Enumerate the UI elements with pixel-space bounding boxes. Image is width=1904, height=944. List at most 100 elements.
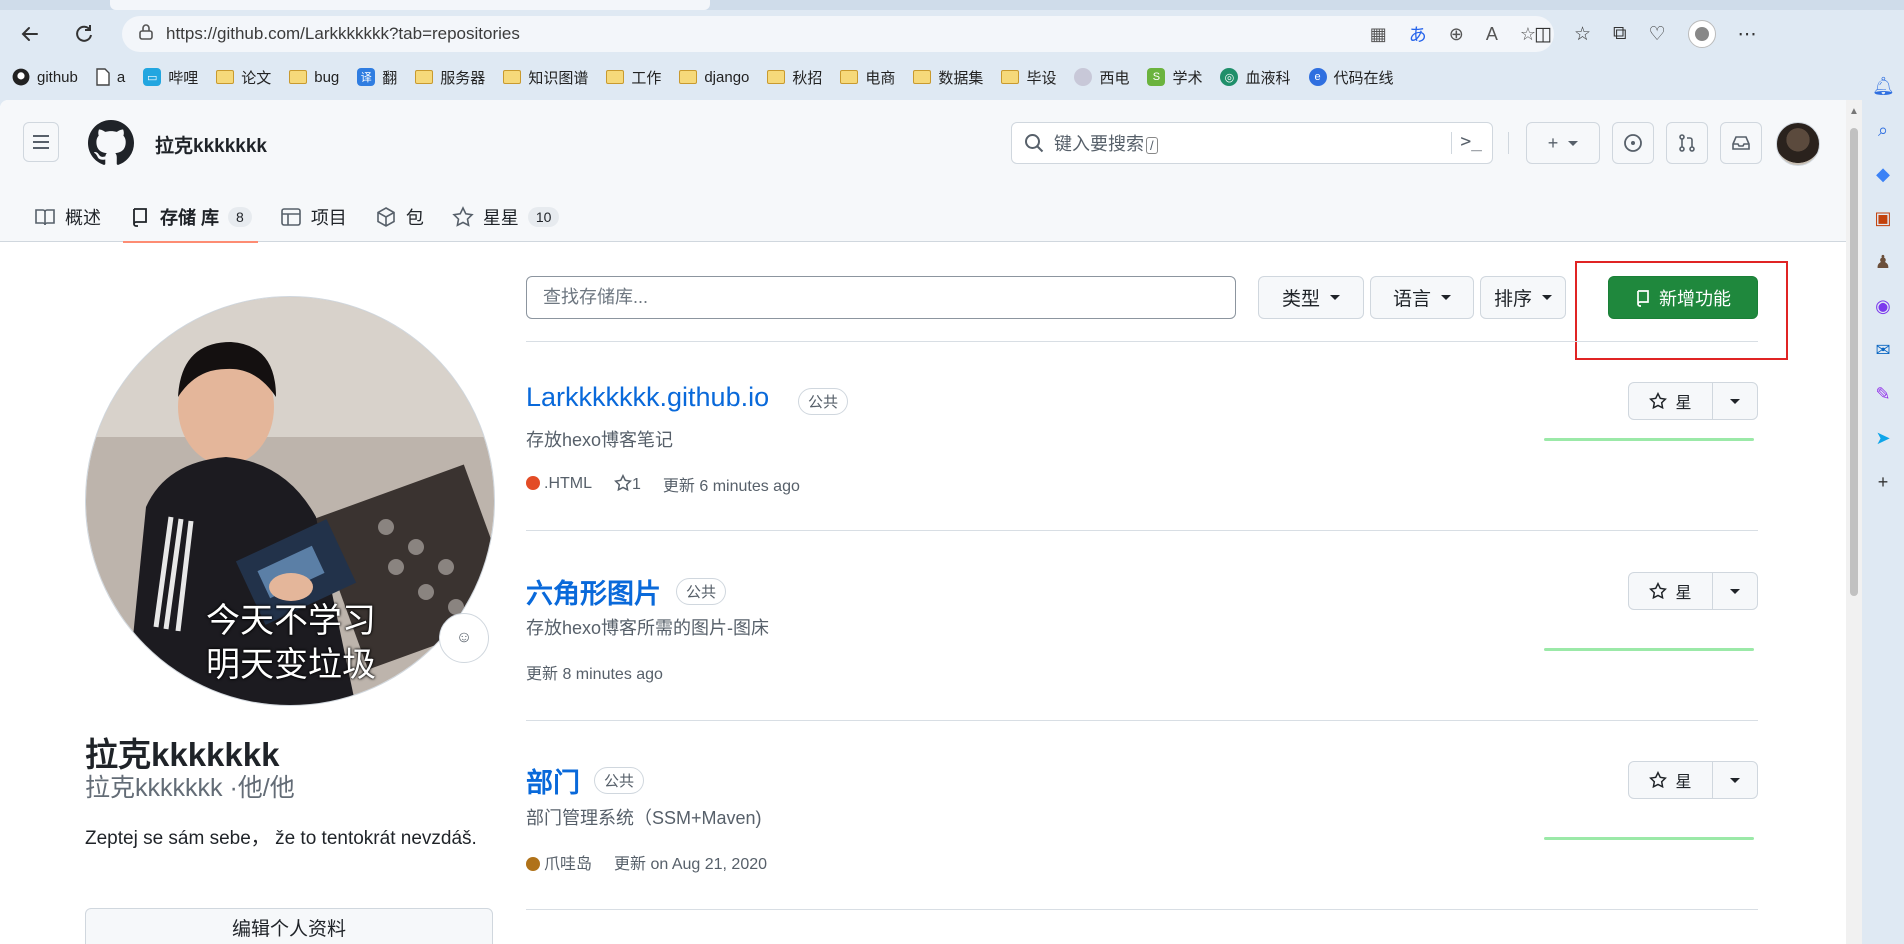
star-button[interactable]: 星 <box>1628 572 1758 610</box>
bell-icon[interactable]: 🔔︎ <box>1872 76 1895 98</box>
bookmark-xueshu[interactable]: S 学术 <box>1147 67 1202 88</box>
lock-icon[interactable] <box>128 24 164 44</box>
send-icon[interactable]: ➤ <box>1872 428 1894 450</box>
search-placeholder-text: 键入要搜索 <box>1054 134 1144 154</box>
search-divider <box>1451 132 1452 154</box>
bookmark-folder[interactable]: 秋招 <box>767 67 822 88</box>
translate-icon[interactable]: あ <box>1409 21 1427 47</box>
refresh-icon[interactable] <box>68 18 100 50</box>
tab-overview[interactable]: 概述 <box>20 192 115 242</box>
star-button[interactable]: 星 <box>1628 761 1758 799</box>
star-button[interactable]: 星 <box>1628 382 1758 420</box>
designer-icon[interactable]: ✎ <box>1872 384 1894 406</box>
star-icon <box>1649 392 1668 410</box>
bookmark-folder[interactable]: 工作 <box>606 67 661 88</box>
tab-stars[interactable]: 星星 10 <box>438 192 574 242</box>
back-icon[interactable] <box>14 18 46 50</box>
star-list-dropdown[interactable] <box>1713 573 1757 609</box>
bookmark-folder[interactable]: django <box>679 69 749 86</box>
folder-icon <box>289 70 308 84</box>
browser-active-tab[interactable] <box>110 0 710 10</box>
repo-name-link[interactable]: Larkkkkkkk.github.io <box>526 382 769 413</box>
tag-icon[interactable]: ◆ <box>1872 164 1894 186</box>
bookmark-code-online[interactable]: e 代码在线 <box>1308 67 1394 88</box>
games-icon[interactable]: ♟ <box>1872 252 1894 274</box>
stars-count-badge: 10 <box>527 207 560 227</box>
zoom-icon[interactable]: ⊕ <box>1449 24 1464 45</box>
pull-request-icon <box>1679 134 1695 152</box>
address-bar[interactable]: https://github.com/Larkkkkkkk?tab=reposi… <box>122 16 1554 52</box>
profile-avatar[interactable]: 今天不学习 明天变垃圾 <box>85 296 495 706</box>
app-grid-icon[interactable]: ▦ <box>1370 24 1387 45</box>
folder-icon <box>216 70 235 84</box>
favorites-icon[interactable]: ☆ <box>1574 23 1591 46</box>
sort-button[interactable]: 排序 <box>1480 276 1566 319</box>
repo-stars-link[interactable]: 1 <box>614 473 641 494</box>
language-filter-button[interactable]: 语言 <box>1370 276 1474 319</box>
split-screen-icon[interactable]: ◫ <box>1534 23 1552 46</box>
bookmark-label: 学术 <box>1172 69 1203 87</box>
bookmark-label: 电商 <box>865 69 896 87</box>
scrollbar-thumb[interactable] <box>1850 128 1858 596</box>
search-input[interactable]: 键入要搜索 / >_ <box>1011 122 1493 164</box>
pull-requests-button[interactable] <box>1666 122 1708 164</box>
add-icon[interactable]: + <box>1872 472 1894 494</box>
issues-button[interactable] <box>1612 122 1654 164</box>
repo-updated: 更新 6 minutes ago <box>662 478 800 495</box>
bookmark-folder[interactable]: 毕设 <box>1001 67 1056 88</box>
browser-profile-icon[interactable] <box>1687 20 1716 48</box>
create-new-button[interactable]: + <box>1526 122 1600 164</box>
find-repository-input[interactable]: 查找存储库... <box>526 276 1236 319</box>
tab-repositories[interactable]: 存储 库 8 <box>115 192 266 243</box>
bookmark-xidian[interactable]: 西电 <box>1074 67 1129 88</box>
more-menu-icon[interactable]: ⋯ <box>1738 23 1757 46</box>
inbox-button[interactable] <box>1720 122 1762 164</box>
tab-projects[interactable]: 项目 <box>266 192 361 242</box>
bookmark-bilibili[interactable]: ▭ 哔哩 <box>143 67 198 88</box>
bookmark-folder[interactable]: 电商 <box>840 67 895 88</box>
bookmark-folder[interactable]: bug <box>289 69 339 86</box>
tab-packages[interactable]: 包 <box>361 192 438 242</box>
slash-key-hint: / <box>1146 137 1158 154</box>
tools-icon[interactable]: ▣ <box>1872 208 1894 230</box>
repo-name-link[interactable]: 部门 <box>526 761 580 800</box>
user-avatar[interactable] <box>1776 122 1820 166</box>
star-count: 1 <box>632 476 641 493</box>
header-username[interactable]: 拉克kkkkkkk <box>155 131 267 158</box>
search-sidebar-icon[interactable]: ⌕ <box>1872 120 1894 142</box>
bookmark-github[interactable]: github <box>12 68 78 86</box>
page-scrollbar[interactable]: ▲ <box>1846 100 1862 944</box>
search-placeholder: 键入要搜索 / <box>1054 130 1158 156</box>
health-icon[interactable]: ♡ <box>1649 23 1666 46</box>
bookmark-folder[interactable]: 知识图谱 <box>503 67 588 88</box>
github-logo-icon[interactable] <box>88 120 134 166</box>
scroll-up-icon[interactable]: ▲ <box>1849 106 1859 117</box>
star-list-dropdown[interactable] <box>1713 762 1757 798</box>
collections-icon[interactable]: ⧉ <box>1613 23 1627 45</box>
url-text[interactable]: https://github.com/Larkkkkkkk?tab=reposi… <box>166 24 520 44</box>
repo-description: 部门管理系统（SSM+Maven) <box>526 808 762 828</box>
bookmark-xueyeke[interactable]: ◎ 血液科 <box>1220 67 1291 88</box>
set-status-button[interactable]: ☺ <box>439 613 489 663</box>
repo-language: 爪哇岛 <box>526 850 592 874</box>
bookmark-folder[interactable]: 服务器 <box>415 67 485 88</box>
menu-button[interactable] <box>23 122 59 162</box>
bookmark-a[interactable]: a <box>96 68 125 86</box>
outlook-icon[interactable]: ✉ <box>1872 340 1894 362</box>
book-icon <box>35 209 55 226</box>
language-color-dot <box>526 857 540 871</box>
read-aloud-icon[interactable]: A <box>1486 24 1498 45</box>
filter-label: 语言 <box>1392 289 1431 310</box>
edit-profile-button[interactable]: 编辑个人资料 <box>85 908 493 944</box>
scholar-icon: S <box>1147 68 1166 86</box>
bookmark-folder[interactable]: 数据集 <box>913 67 983 88</box>
bookmark-label: 代码在线 <box>1333 69 1394 87</box>
copilot-icon[interactable]: ◉ <box>1872 296 1894 318</box>
plus-icon: + <box>1547 132 1559 153</box>
type-filter-button[interactable]: 类型 <box>1258 276 1364 319</box>
star-list-dropdown[interactable] <box>1713 383 1757 419</box>
bookmark-folder[interactable]: 论文 <box>216 67 271 88</box>
repo-name-link[interactable]: 六角形图片 <box>526 572 661 611</box>
command-palette-icon[interactable]: >_ <box>1460 131 1482 152</box>
bookmark-translate[interactable]: 译翻 <box>357 67 397 88</box>
